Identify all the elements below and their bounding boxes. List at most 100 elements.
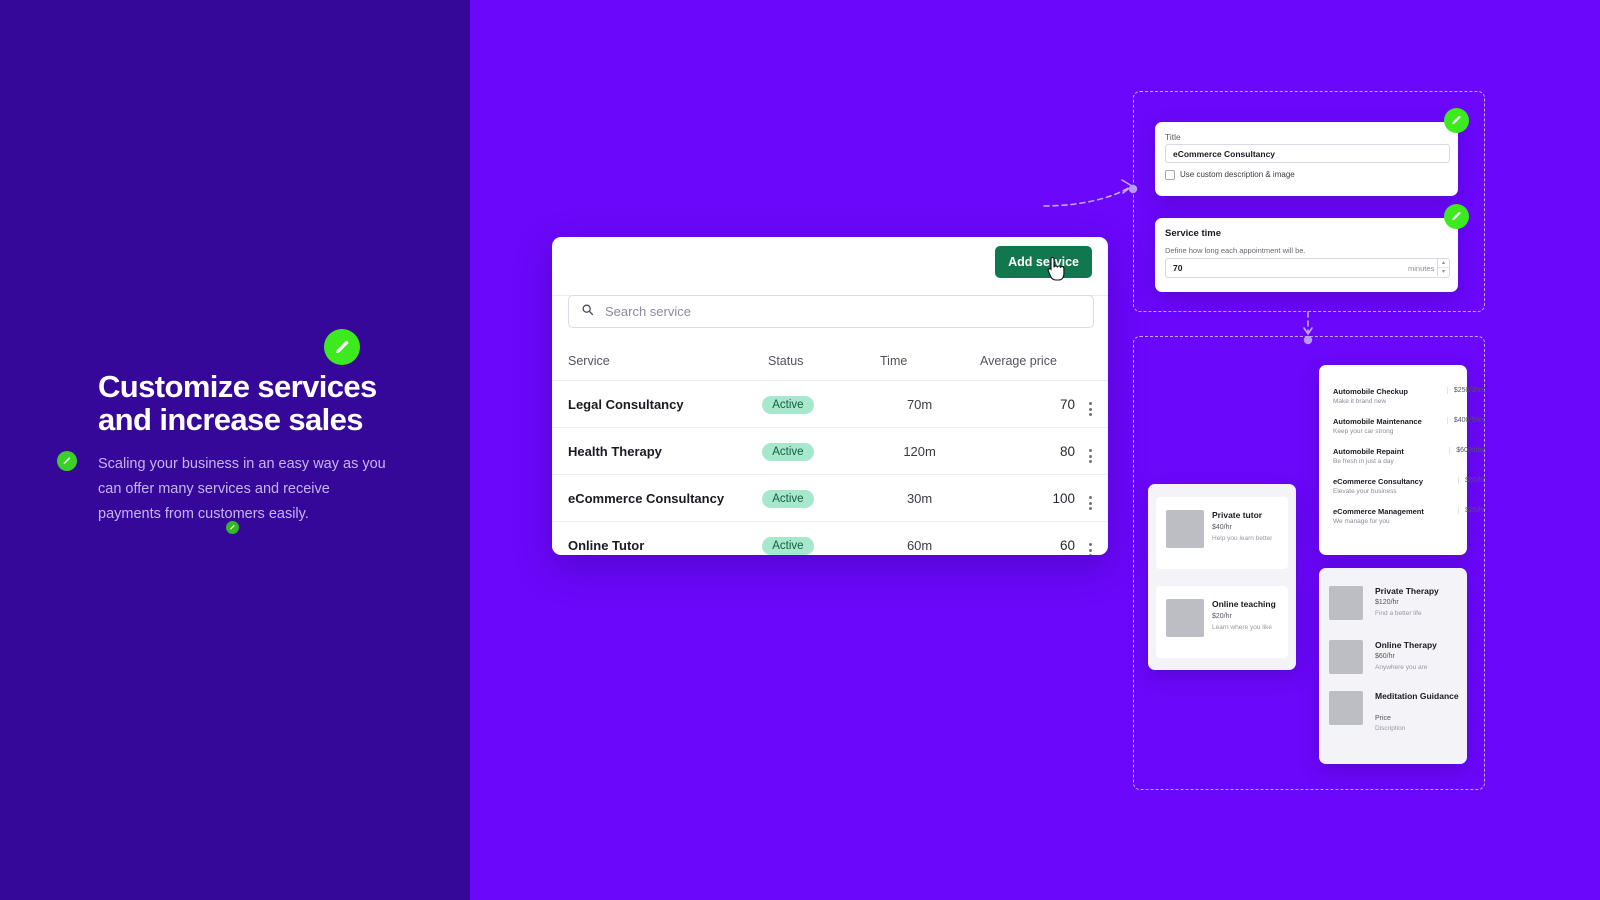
edit-title-badge[interactable]	[1444, 108, 1469, 133]
add-service-button[interactable]: Add service	[995, 246, 1092, 278]
price-item-desc: We manage for you	[1333, 518, 1390, 525]
page-title-line1: Customize services	[98, 369, 377, 404]
price-item-desc: Be fresh in just a day	[1333, 458, 1394, 465]
price-list-card: Automobile Checkup Make it brand new $25…	[1319, 365, 1485, 555]
therapy-price: Price	[1375, 715, 1391, 722]
kebab-menu-icon[interactable]	[1089, 543, 1092, 555]
tutor-name: Online teaching	[1212, 599, 1276, 609]
status-badge: Active	[762, 489, 814, 508]
price-item-price: $50/hr	[1458, 477, 1485, 484]
page-title-line2: and increase sales	[98, 402, 364, 438]
page-subtitle: Scaling your business in an easy way as …	[98, 456, 386, 522]
tutor-thumbnail	[1166, 599, 1204, 637]
service-time-unit: minutes	[1408, 264, 1435, 273]
therapy-name: Private Therapy	[1375, 586, 1439, 596]
table-row[interactable]: eCommerce Consultancy Active 30m 100	[552, 475, 1108, 522]
title-input[interactable]: eCommerce Consultancy	[1165, 144, 1450, 163]
stepper-up-icon[interactable]: ▴	[1438, 258, 1449, 268]
table-row[interactable]: Legal Consultancy Active 70m 70	[552, 381, 1108, 428]
price-list-item[interactable]: eCommerce Management We manage for you $…	[1333, 507, 1485, 537]
tutor-item[interactable]: Private tutor $40/hr Help you learn bett…	[1156, 497, 1288, 569]
cell-time: 70m	[906, 396, 933, 412]
price-list-item[interactable]: Automobile Maintenance Keep your car str…	[1333, 417, 1485, 447]
price-item-name: eCommerce Consultancy	[1333, 477, 1424, 486]
cell-service-name: Health Therapy	[568, 443, 662, 459]
tutor-item[interactable]: Online teaching $20/hr Learn where you l…	[1156, 586, 1288, 658]
title-field-label: Title	[1165, 132, 1181, 142]
table-row[interactable]: Online Tutor Active 60m 60	[552, 522, 1108, 555]
row-actions[interactable]	[1089, 486, 1108, 510]
cell-status: Active	[762, 536, 871, 555]
cell-price: 70	[1059, 396, 1075, 412]
price-item-name: eCommerce Management	[1333, 507, 1424, 516]
status-badge: Active	[762, 442, 814, 461]
cell-time: 60m	[906, 537, 933, 553]
custom-description-checkbox[interactable]	[1165, 170, 1175, 180]
kebab-menu-icon[interactable]	[1089, 402, 1092, 416]
row-actions[interactable]	[1089, 439, 1108, 463]
price-item-price: $400/5hrs	[1446, 417, 1485, 424]
tutor-preview-card: Private tutor $40/hr Help you learn bett…	[1148, 484, 1296, 670]
service-time-description: Define how long each appointment will be…	[1165, 246, 1306, 255]
column-header-price: Average price	[980, 354, 1057, 368]
screenshot-stage: Customize services and increase sales Sc…	[0, 0, 1600, 900]
service-time-stepper[interactable]: ▴ ▾	[1437, 258, 1449, 276]
row-actions[interactable]	[1089, 533, 1108, 555]
tutor-name: Private tutor	[1212, 510, 1263, 520]
price-list: Automobile Checkup Make it brand new $25…	[1333, 387, 1485, 537]
therapy-desc: Anywhere you are	[1375, 664, 1428, 671]
service-time-panel: Service time Define how long each appoin…	[1155, 218, 1458, 292]
table-row[interactable]: Health Therapy Active 120m 80	[552, 428, 1108, 475]
tutor-desc: Help you learn better	[1212, 535, 1273, 542]
page-title: Customize services and increase sales	[98, 370, 428, 437]
status-badge: Active	[762, 395, 814, 414]
search-icon	[581, 303, 594, 321]
title-panel: Title eCommerce Consultancy Use custom d…	[1155, 122, 1458, 196]
price-item-price: $250/3hrs	[1446, 387, 1485, 394]
price-item-desc: Elevate your business	[1333, 488, 1397, 495]
column-header-status: Status	[768, 354, 804, 368]
service-time-heading: Service time	[1165, 228, 1221, 239]
cell-service-name: Online Tutor	[568, 537, 645, 553]
therapy-price: $120/hr	[1375, 599, 1399, 606]
pencil-badge-small	[57, 451, 77, 471]
tutor-thumbnail	[1166, 510, 1204, 548]
price-item-name: Automobile Repaint	[1333, 447, 1404, 456]
price-item-desc: Keep your car strong	[1333, 428, 1394, 435]
custom-description-label: Use custom description & image	[1180, 170, 1295, 179]
therapy-preview-card: Private Therapy $120/hr Find a better li…	[1319, 568, 1467, 764]
therapy-thumbnail	[1329, 586, 1363, 620]
price-list-item[interactable]: Automobile Checkup Make it brand new $25…	[1333, 387, 1485, 417]
therapy-desc: Find a better life	[1375, 610, 1422, 617]
services-card: All Active Archived Add service Service …	[552, 237, 1108, 555]
price-item-price: $25/hr	[1458, 507, 1485, 514]
therapy-price: $60/hr	[1375, 653, 1395, 660]
cell-time: 120m	[903, 443, 936, 459]
search-input[interactable]	[603, 303, 1093, 320]
price-item-desc: Make it brand new	[1333, 398, 1387, 405]
therapy-thumbnail	[1329, 691, 1363, 725]
row-actions[interactable]	[1089, 392, 1108, 416]
kebab-menu-icon[interactable]	[1089, 449, 1092, 463]
search-field[interactable]	[568, 295, 1094, 328]
therapy-name: Online Therapy	[1375, 640, 1437, 650]
kebab-menu-icon[interactable]	[1089, 496, 1092, 510]
column-header-service: Service	[568, 354, 610, 368]
price-list-item[interactable]: eCommerce Consultancy Elevate your busin…	[1333, 477, 1485, 507]
tutor-desc: Learn where you like	[1212, 624, 1272, 631]
pencil-badge-large	[324, 329, 360, 365]
cell-time: 30m	[906, 490, 933, 506]
edit-service-time-badge[interactable]	[1444, 204, 1469, 229]
price-list-item[interactable]: Automobile Repaint Be fresh in just a da…	[1333, 447, 1485, 477]
price-item-price: $600/day	[1449, 447, 1485, 454]
status-badge: Active	[762, 536, 814, 555]
column-header-time: Time	[880, 354, 908, 368]
therapy-thumbnail	[1329, 640, 1363, 674]
stepper-down-icon[interactable]: ▾	[1438, 268, 1449, 277]
cell-service-name: eCommerce Consultancy	[568, 490, 725, 506]
hero-panel: Customize services and increase sales Sc…	[0, 0, 470, 900]
mouse-cursor-icon	[1047, 256, 1065, 281]
cell-status: Active	[762, 395, 871, 414]
services-table: Service Status Time Average price Legal …	[552, 342, 1108, 555]
therapy-desc: Discription	[1375, 725, 1406, 732]
